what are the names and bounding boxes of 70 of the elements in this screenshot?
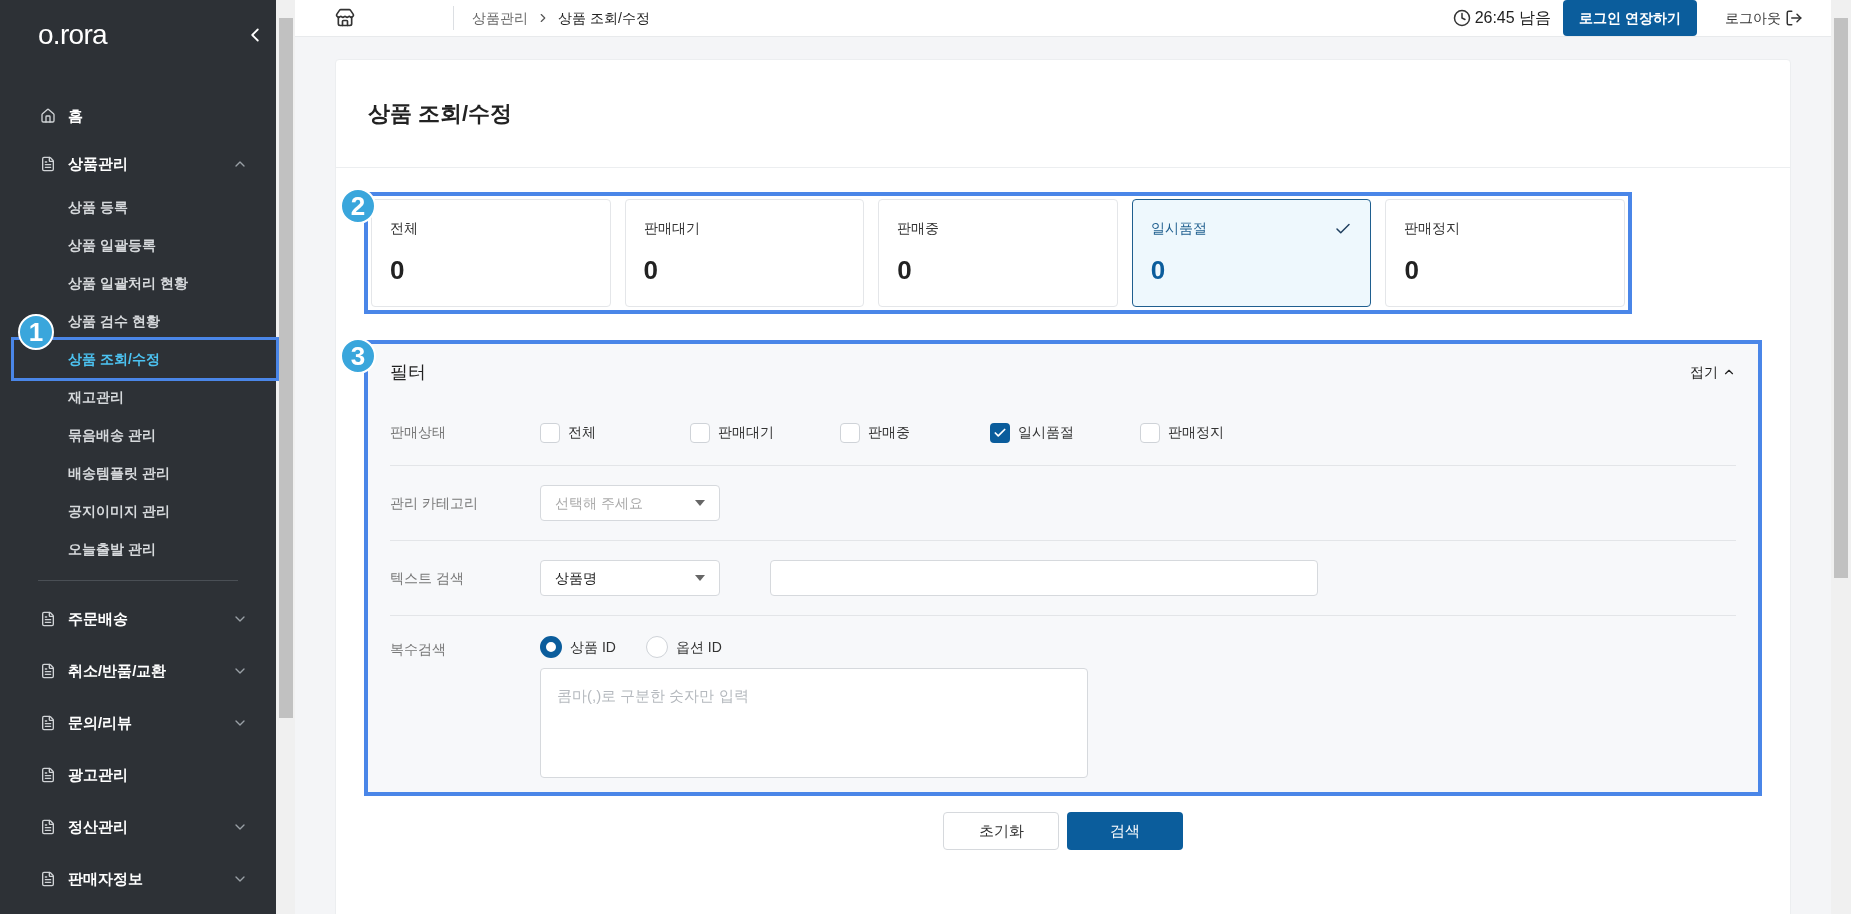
dropdown-caret-icon	[695, 575, 705, 581]
radio-label: 옵션 ID	[675, 637, 722, 657]
checkbox-label: 판매정지	[1168, 423, 1224, 442]
checkbox[interactable]	[540, 422, 560, 443]
logo: o.rora	[38, 18, 107, 52]
checkbox[interactable]	[990, 422, 1010, 443]
field-label: 관리 카테고리	[390, 493, 479, 513]
sidebar-menu-item[interactable]: 홈	[0, 92, 276, 140]
checkbox-label: 판매중	[868, 423, 910, 442]
sidebar-submenu-item[interactable]: 배송템플릿 관리	[0, 454, 276, 492]
filter-title: 필터	[390, 360, 426, 384]
radio-label: 상품 ID	[570, 637, 616, 657]
sidebar-submenu-item[interactable]: 상품 일괄처리 현황	[0, 264, 276, 302]
breadcrumb-item[interactable]: 상품관리	[472, 7, 528, 29]
checkbox-label: 판매대기	[718, 423, 774, 442]
status-card[interactable]: 전체 0	[371, 199, 611, 307]
scrollbar[interactable]	[1831, 0, 1851, 914]
sidebar-submenu-item[interactable]: 상품 일괄등록	[0, 226, 276, 264]
dropdown-caret-icon	[695, 500, 705, 506]
checkbox[interactable]	[690, 422, 710, 443]
sidebar-menu-item[interactable]: 상품관리	[0, 140, 276, 188]
home-icon	[40, 108, 56, 124]
status-card[interactable]: 판매대기 0	[624, 199, 865, 307]
sidebar-submenu-item[interactable]: 재고관리	[0, 378, 276, 416]
field-label: 판매상태	[390, 423, 447, 442]
search-type-select[interactable]: 상품명	[540, 560, 720, 596]
sidebar-menu-item[interactable]: 문의/리뷰	[0, 699, 276, 747]
document-icon	[40, 767, 56, 783]
document-icon	[40, 663, 56, 679]
document-icon	[40, 156, 56, 172]
reset-button[interactable]: 초기화	[943, 812, 1059, 850]
sidebar-menu-item[interactable]: 광고관리	[0, 751, 276, 799]
field-label: 복수검색	[390, 640, 447, 659]
status-card[interactable]: 판매중 0	[878, 199, 1118, 307]
scrollbar[interactable]	[276, 0, 295, 914]
annotation-number-badge: 1	[18, 314, 54, 350]
clock-icon	[1452, 9, 1471, 27]
logout-link[interactable]: 로그아웃	[1725, 7, 1781, 29]
session-timer: 26:45 남음	[1474, 8, 1552, 28]
page-title: 상품 조회/수정	[368, 100, 513, 128]
store-icon[interactable]	[335, 8, 355, 28]
status-card[interactable]: 판매정지 0	[1385, 199, 1625, 307]
radio-button[interactable]	[540, 636, 562, 658]
document-icon	[40, 715, 56, 731]
sidebar-submenu-item[interactable]: 공지이미지 관리	[0, 492, 276, 530]
logout-icon	[1785, 9, 1803, 27]
checkbox[interactable]	[840, 422, 860, 443]
checkbox-label: 일시품절	[1018, 423, 1074, 442]
search-input-field[interactable]	[770, 560, 1318, 596]
document-icon	[40, 819, 56, 835]
document-icon	[40, 611, 56, 627]
annotation-number-badge: 2	[340, 188, 376, 224]
checkbox[interactable]	[1140, 422, 1160, 443]
field-label: 텍스트 검색	[390, 568, 465, 588]
sidebar-submenu-item[interactable]: 상품 등록	[0, 188, 276, 226]
status-card[interactable]: 일시품절 0	[1131, 199, 1372, 307]
extend-login-button[interactable]: 로그인 연장하기	[1563, 0, 1697, 36]
checkbox-label: 전체	[568, 423, 596, 442]
sidebar-menu-item[interactable]: 취소/반품/교환	[0, 647, 276, 695]
breadcrumb-item: 상품 조회/수정	[558, 8, 650, 28]
sidebar-submenu-item[interactable]: 오늘출발 관리	[0, 530, 276, 568]
document-icon	[40, 871, 56, 887]
collapse-toggle[interactable]: 접기	[1690, 361, 1736, 383]
sidebar-submenu-item[interactable]: 묶음배송 관리	[0, 416, 276, 454]
sidebar-menu-item[interactable]: 주문배송	[0, 595, 276, 643]
id-list-textarea[interactable]: 콤마(,)로 구분한 숫자만 입력	[540, 668, 1088, 778]
sidebar-menu-item[interactable]: 판매자정보	[0, 855, 276, 903]
sidebar-menu-item[interactable]: 정산관리	[0, 803, 276, 851]
annotation-number-badge: 3	[340, 338, 376, 374]
search-button[interactable]: 검색	[1067, 812, 1183, 850]
